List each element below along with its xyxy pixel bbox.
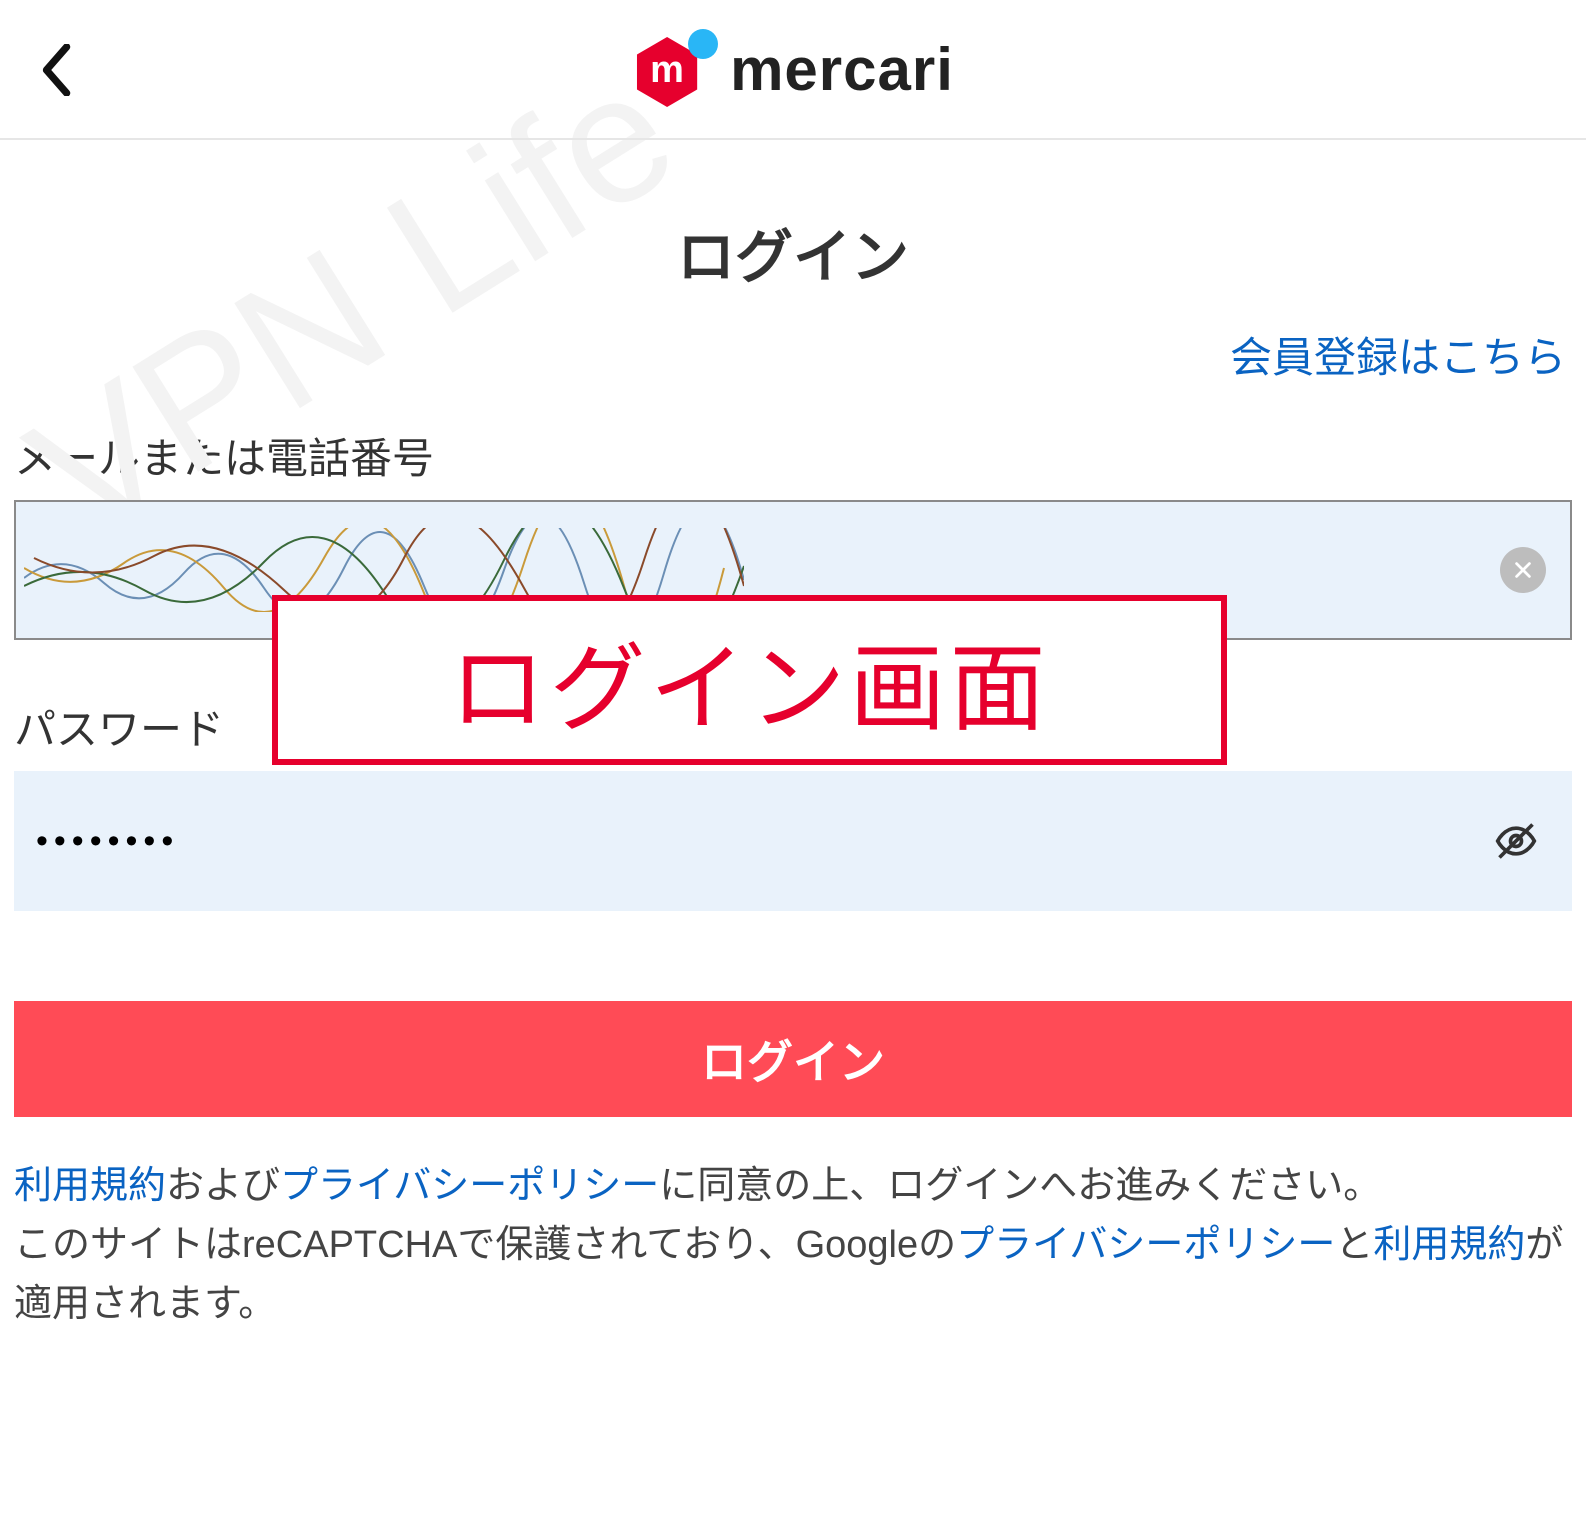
legal-line2-a: このサイトはreCAPTCHAで保護されており、Googleの bbox=[14, 1224, 956, 1266]
email-label: メールまたは電話番号 bbox=[14, 425, 1572, 486]
register-link[interactable]: 会員登録はこちら bbox=[1230, 334, 1566, 381]
header: m mercari bbox=[0, 0, 1586, 140]
close-icon bbox=[1512, 559, 1534, 581]
mercari-logo-icon: m bbox=[632, 31, 708, 107]
legal-text: 利用規約およびプライバシーポリシーに同意の上、ログインへお進みください。 このサ… bbox=[14, 1157, 1572, 1334]
brand-name: mercari bbox=[730, 35, 954, 104]
back-button[interactable] bbox=[28, 40, 88, 100]
eye-off-icon bbox=[1494, 819, 1538, 863]
tos-link-1[interactable]: 利用規約 bbox=[14, 1165, 166, 1207]
toggle-password-visibility-button[interactable] bbox=[1490, 815, 1542, 867]
legal-rest-1: に同意の上、ログインへお進みください。 bbox=[659, 1165, 1381, 1207]
page-title: ログイン bbox=[14, 210, 1572, 294]
tos-link-2[interactable]: 利用規約 bbox=[1373, 1224, 1525, 1266]
brand-logo: m mercari bbox=[632, 31, 954, 107]
privacy-link-2[interactable]: プライバシーポリシー bbox=[956, 1224, 1335, 1266]
login-button[interactable]: ログイン bbox=[14, 1001, 1572, 1117]
email-input-wrap bbox=[14, 500, 1572, 640]
legal-and: および bbox=[166, 1165, 280, 1207]
logo-letter: m bbox=[650, 49, 684, 92]
privacy-link-1[interactable]: プライバシーポリシー bbox=[280, 1165, 659, 1207]
email-input[interactable] bbox=[14, 500, 1572, 640]
clear-input-button[interactable] bbox=[1500, 547, 1546, 593]
legal-and2: と bbox=[1335, 1224, 1373, 1266]
password-label: パスワード bbox=[14, 696, 1572, 757]
register-link-row: 会員登録はこちら bbox=[14, 324, 1572, 385]
login-form: ログイン 会員登録はこちら メールまたは電話番号 パスワード bbox=[0, 210, 1586, 1334]
password-input-wrap bbox=[14, 771, 1572, 911]
chevron-left-icon bbox=[40, 44, 76, 96]
password-input[interactable] bbox=[14, 771, 1572, 911]
